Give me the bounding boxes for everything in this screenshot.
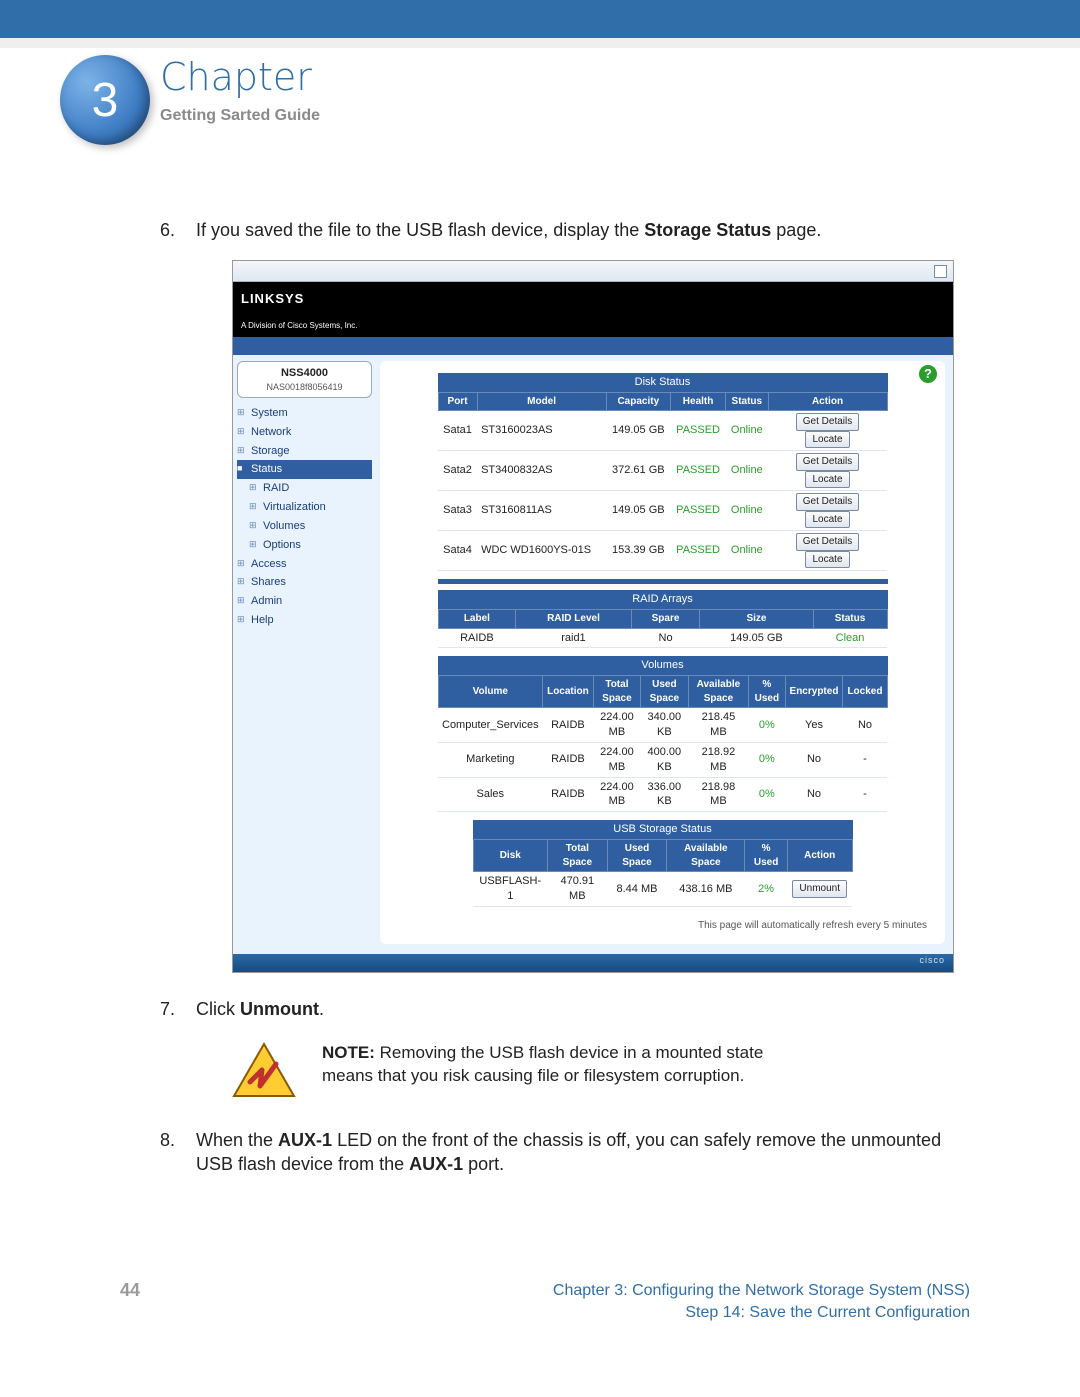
usb-caption: USB Storage Status: [473, 820, 853, 839]
note-body: Removing the USB flash device in a mount…: [322, 1043, 763, 1085]
main-panel: ? Disk Status Port Model Capacity Health…: [380, 361, 945, 944]
th-usb-total: Total Space: [548, 840, 608, 872]
th-usb-avail: Available Space: [667, 840, 745, 872]
th-capacity: Capacity: [606, 392, 670, 411]
nav-help[interactable]: Help: [237, 611, 372, 630]
chapter-subtitle: Getting Sarted Guide: [160, 107, 320, 125]
device-box: NSS4000 NAS0018f8056419: [237, 361, 372, 398]
th-port: Port: [438, 392, 477, 411]
volume-row: MarketingRAIDB224.00 MB400.00 KB218.92 M…: [438, 742, 887, 777]
th-raid-status: Status: [813, 610, 887, 629]
window-titlebar: [233, 261, 953, 282]
step6-pre: If you saved the file to the USB flash d…: [196, 220, 644, 240]
get-details-button[interactable]: Get Details: [796, 533, 859, 551]
usb-row: USBFLASH-1 470.91 MB 8.44 MB 438.16 MB 2…: [473, 872, 852, 907]
raid-caption: RAID Arrays: [438, 590, 888, 609]
th-pct: % Used: [749, 676, 785, 708]
sidebar: NSS4000 NAS0018f8056419 System Network S…: [233, 355, 376, 954]
th-enc: Encrypted: [785, 676, 843, 708]
step6-post: page.: [771, 220, 821, 240]
th-lock: Locked: [843, 676, 887, 708]
screenshot-footer: cisco: [233, 954, 953, 972]
th-usb-used: Used Space: [607, 840, 667, 872]
th-used: Used Space: [641, 676, 689, 708]
chapter-title: Chapter: [160, 55, 320, 99]
volumes-table: Volumes Volume Location Total Space Used…: [438, 656, 888, 812]
th-disk: Disk: [473, 840, 548, 872]
step7-bold: Unmount: [240, 999, 319, 1019]
nav-admin[interactable]: Admin: [237, 592, 372, 611]
th-spare: Spare: [631, 610, 700, 629]
nav-storage[interactable]: Storage: [237, 442, 372, 461]
raid-row: RAIDB raid1 No 149.05 GB Clean: [438, 628, 887, 648]
refresh-note: This page will automatically refresh eve…: [390, 915, 935, 937]
locate-button[interactable]: Locate: [805, 471, 849, 489]
cisco-logo: cisco: [919, 954, 945, 966]
disk-row: Sata2 ST3400832AS 372.61 GB PASSED Onlin…: [438, 451, 887, 491]
step6-bold: Storage Status: [644, 220, 771, 240]
device-model: NSS4000: [244, 366, 365, 381]
disk-status-caption: Disk Status: [438, 373, 888, 392]
nav-shares[interactable]: Shares: [237, 573, 372, 592]
top-banner: [0, 0, 1080, 38]
th-action: Action: [768, 392, 887, 411]
nav-volumes[interactable]: Volumes: [237, 517, 372, 536]
th-status: Status: [726, 392, 768, 411]
step7-post: .: [319, 999, 324, 1019]
nav-raid[interactable]: RAID: [237, 479, 372, 498]
th-volume: Volume: [438, 676, 543, 708]
th-usb-pct: % Used: [745, 840, 788, 872]
th-location: Location: [543, 676, 594, 708]
nav-network[interactable]: Network: [237, 423, 372, 442]
th-total: Total Space: [593, 676, 640, 708]
step-6: If you saved the file to the USB flash d…: [160, 218, 960, 973]
step-7: Click Unmount. NOTE: Removing the USB fl…: [160, 997, 960, 1097]
help-icon[interactable]: ?: [919, 365, 937, 383]
th-label: Label: [438, 610, 516, 629]
note-text: NOTE: Removing the USB flash device in a…: [322, 1042, 812, 1088]
volume-row: SalesRAIDB224.00 MB336.00 KB218.98 MB0%N…: [438, 777, 887, 812]
th-raid-level: RAID Level: [516, 610, 631, 629]
disk-status-table: Disk Status Port Model Capacity Health S…: [438, 373, 888, 571]
unmount-button[interactable]: Unmount: [792, 880, 847, 898]
nav-system[interactable]: System: [237, 404, 372, 423]
device-serial: NAS0018f8056419: [244, 381, 365, 393]
locate-button[interactable]: Locate: [805, 511, 849, 529]
brand-sub: A Division of Cisco Systems, Inc.: [241, 321, 357, 330]
footer-line-2: Step 14: Save the Current Configuration: [553, 1302, 970, 1324]
volume-row: Computer_ServicesRAIDB224.00 MB340.00 KB…: [438, 708, 887, 743]
get-details-button[interactable]: Get Details: [796, 413, 859, 431]
chapter-badge: 3: [60, 55, 150, 145]
th-avail: Available Space: [688, 676, 749, 708]
get-details-button[interactable]: Get Details: [796, 453, 859, 471]
disk-row: Sata1 ST3160023AS 149.05 GB PASSED Onlin…: [438, 411, 887, 451]
th-model: Model: [477, 392, 606, 411]
locate-button[interactable]: Locate: [805, 551, 849, 569]
disk-row: Sata4 WDC WD1600YS-01S 153.39 GB PASSED …: [438, 531, 887, 571]
usb-storage-table: USB Storage Status Disk Total Space Used…: [473, 820, 853, 907]
nav-options[interactable]: Options: [237, 536, 372, 555]
nav-list: System Network Storage Status RAID Virtu…: [237, 404, 372, 630]
nav-virtualization[interactable]: Virtualization: [237, 498, 372, 517]
nav-access[interactable]: Access: [237, 555, 372, 574]
step7-pre: Click: [196, 999, 240, 1019]
footer-line-1: Chapter 3: Configuring the Network Stora…: [553, 1280, 970, 1302]
nav-status[interactable]: Status: [237, 460, 372, 479]
screenshot-storage-status: LINKSYS A Division of Cisco Systems, Inc…: [232, 260, 954, 973]
th-usb-action: Action: [787, 840, 852, 872]
brand-logo: LINKSYS: [241, 291, 304, 306]
step-8: When the AUX-1 LED on the front of the c…: [160, 1128, 960, 1177]
volumes-caption: Volumes: [438, 656, 888, 675]
th-health: Health: [671, 392, 726, 411]
disk-row: Sata3 ST3160811AS 149.05 GB PASSED Onlin…: [438, 491, 887, 531]
note-label: NOTE:: [322, 1043, 375, 1062]
warning-icon: [232, 1042, 296, 1098]
get-details-button[interactable]: Get Details: [796, 493, 859, 511]
header-stripe: [233, 337, 953, 355]
locate-button[interactable]: Locate: [805, 431, 849, 449]
raid-arrays-table: RAID Arrays Label RAID Level Spare Size …: [438, 590, 888, 648]
page-number: 44: [120, 1280, 140, 1301]
th-size: Size: [700, 610, 813, 629]
